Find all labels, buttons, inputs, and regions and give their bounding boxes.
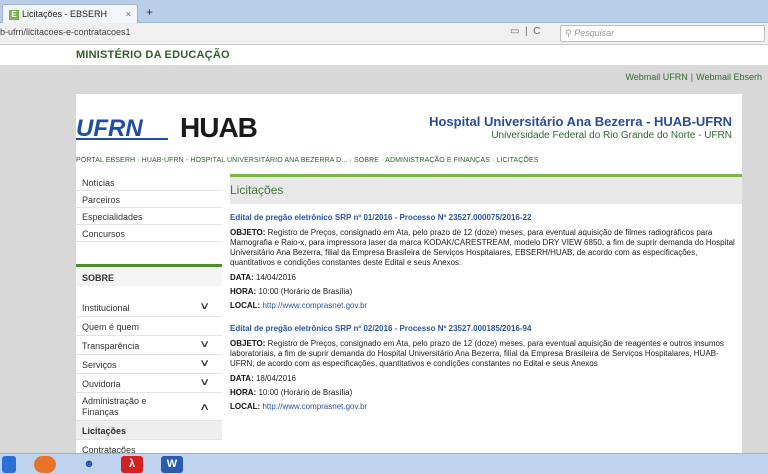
breadcrumb-portal[interactable]: PORTAL EBSERH	[76, 157, 135, 164]
menu-label: Licitações	[82, 426, 127, 436]
word-icon[interactable]: W	[161, 456, 183, 473]
breadcrumb-huab[interactable]: HUAB-UFRN - HOSPITAL UNIVERSITÁRIO ANA B…	[142, 157, 348, 164]
menu-label: Transparência	[82, 341, 140, 351]
user-icon[interactable]: ☻	[80, 456, 98, 473]
page-title-box: Licitações	[230, 174, 742, 204]
hospital-name-block: Hospital Universitário Ana Bezerra - HUA…	[429, 114, 732, 141]
edital-local: LOCAL: http://www.comprasnet.gov.br	[230, 301, 742, 310]
breadcrumb: PORTAL EBSERH · HUAB-UFRN - HOSPITAL UNI…	[76, 157, 539, 164]
sidebar-item-especialidades[interactable]: Especialidades	[76, 208, 222, 225]
edital-title-link[interactable]: Edital de pregão eletrônico SRP nº 01/20…	[230, 213, 742, 222]
menu-label: Serviços	[82, 360, 117, 370]
chevron-down-icon[interactable]: ∨	[199, 377, 210, 388]
data-value: 14/04/2016	[255, 273, 296, 282]
sidebar-item-licitacoes[interactable]: Licitações	[76, 421, 222, 440]
browser-tab[interactable]: E Licitações - EBSERH ×	[2, 4, 138, 23]
objeto-label: OBJETO:	[230, 339, 266, 348]
webmail-separator: |	[690, 72, 694, 82]
chevron-down-icon[interactable]: ∨	[199, 358, 210, 369]
huab-logo[interactable]: HUAB	[180, 112, 258, 144]
objeto-text: Registro de Preços, consignado em Ata, p…	[230, 228, 735, 267]
ufrn-logo[interactable]: UFRN	[76, 116, 168, 142]
hora-value: 10:00 (Horário de Brasília)	[258, 388, 353, 397]
government-bar: MINISTÉRIO DA EDUCAÇÃO	[0, 45, 768, 65]
chevron-down-icon[interactable]: ∨	[199, 301, 210, 312]
hospital-subtitle: Universidade Federal do Rio Grande do No…	[491, 130, 732, 141]
edital-hora: HORA: 10:00 (Horário de Brasília)	[230, 388, 742, 397]
objeto-text: Registro de Preços, consignado em Ata, p…	[230, 339, 724, 368]
sidebar-section-title: SOBRE	[76, 264, 222, 286]
reader-reload-icons[interactable]: ▭ | C	[510, 26, 540, 37]
hospital-title: Hospital Universitário Ana Bezerra - HUA…	[429, 114, 732, 129]
objeto-label: OBJETO:	[230, 228, 266, 237]
brand-header: UFRN HUAB Hospital Universitário Ana Bez…	[76, 94, 742, 154]
hora-label: HORA:	[230, 287, 257, 296]
tab-title: Licitações - EBSERH	[22, 9, 108, 19]
sidebar-item-ouvidoria[interactable]: Ouvidoria ∨	[76, 374, 222, 393]
data-value: 18/04/2016	[255, 374, 296, 383]
sidebar-item-contratacoes[interactable]: Contratações	[76, 440, 222, 453]
webmail-links: Webmail UFRN | Webmail Ebserh	[625, 72, 762, 82]
sidebar-item-parceiros[interactable]: Parceiros	[76, 191, 222, 208]
edital-data: DATA: 18/04/2016	[230, 374, 742, 383]
local-label: LOCAL:	[230, 402, 261, 411]
page-content: UFRN HUAB Hospital Universitário Ana Bez…	[76, 94, 742, 453]
search-placeholder: Pesquisar	[574, 28, 615, 38]
new-tab-button[interactable]: +	[146, 5, 153, 19]
hora-value: 10:00 (Horário de Brasília)	[258, 287, 353, 296]
data-label: DATA:	[230, 273, 254, 282]
chevron-down-icon[interactable]: ∨	[199, 339, 210, 350]
edital-hora: HORA: 10:00 (Horário de Brasília)	[230, 287, 742, 296]
list-item: Edital de pregão eletrônico SRP nº 02/20…	[230, 324, 742, 411]
firefox-icon[interactable]	[34, 456, 56, 473]
breadcrumb-sobre[interactable]: SOBRE	[354, 157, 379, 164]
local-link[interactable]: http://www.comprasnet.gov.br	[262, 402, 367, 411]
taskbar: ☻ λ W	[0, 453, 768, 474]
sidebar-item-servicos[interactable]: Serviços ∨	[76, 355, 222, 374]
edital-objeto: OBJETO: Registro de Preços, consignado e…	[230, 228, 742, 268]
sidebar-menu: Institucional ∨ Quem é quem Transparênci…	[76, 298, 222, 453]
edital-local: LOCAL: http://www.comprasnet.gov.br	[230, 402, 742, 411]
edital-title-link[interactable]: Edital de pregão eletrônico SRP nº 02/20…	[230, 324, 742, 333]
sidebar-item-concursos[interactable]: Concursos	[76, 225, 222, 242]
sidebar-item-administracao-financas[interactable]: Administração e Finanças ∧	[76, 393, 222, 421]
edital-data: DATA: 14/04/2016	[230, 273, 742, 282]
ministry-label: MINISTÉRIO DA EDUCAÇÃO	[76, 49, 230, 61]
list-item: Edital de pregão eletrônico SRP nº 01/20…	[230, 213, 742, 310]
browser-tab-bar: E Licitações - EBSERH × +	[0, 0, 768, 23]
search-input[interactable]: ⚲ Pesquisar	[560, 25, 765, 42]
menu-label: Institucional	[82, 303, 130, 313]
menu-label: Ouvidoria	[82, 379, 121, 389]
edital-objeto: OBJETO: Registro de Preços, consignado e…	[230, 339, 742, 369]
webmail-ebserh-link[interactable]: Webmail Ebserh	[696, 72, 762, 82]
menu-label: Administração e Finanças	[82, 396, 147, 417]
address-bar: b-ufrn/licitacoes-e-contratacoes1 ▭ | C …	[0, 23, 768, 45]
ebserh-favicon-icon: E	[9, 10, 19, 20]
data-label: DATA:	[230, 374, 254, 383]
pdf-reader-icon[interactable]: λ	[121, 456, 143, 473]
hora-label: HORA:	[230, 388, 257, 397]
local-label: LOCAL:	[230, 301, 261, 310]
search-icon: ⚲	[565, 28, 575, 38]
page-title: Licitações	[230, 183, 284, 197]
url-field[interactable]: b-ufrn/licitacoes-e-contratacoes1	[0, 27, 131, 37]
breadcrumb-licitacoes[interactable]: LICITAÇÕES	[496, 157, 538, 164]
sidebar-item-noticias[interactable]: Notícias	[76, 174, 222, 191]
menu-label: Contratações	[82, 445, 136, 453]
main-content: Licitações Edital de pregão eletrônico S…	[230, 174, 742, 453]
webmail-ufrn-link[interactable]: Webmail UFRN	[625, 72, 687, 82]
start-icon[interactable]	[2, 456, 16, 473]
sidebar-item-transparencia[interactable]: Transparência ∨	[76, 336, 222, 355]
tab-close-icon[interactable]: ×	[126, 9, 131, 19]
sidebar-item-institucional[interactable]: Institucional ∨	[76, 298, 222, 317]
chevron-up-icon[interactable]: ∧	[199, 402, 210, 413]
breadcrumb-admin[interactable]: ADMINISTRAÇÃO E FINANÇAS	[385, 157, 490, 164]
sidebar: Notícias Parceiros Especialidades Concur…	[76, 174, 222, 453]
sidebar-item-quem-e-quem[interactable]: Quem é quem	[76, 317, 222, 336]
menu-label: Quem é quem	[82, 322, 140, 332]
local-link[interactable]: http://www.comprasnet.gov.br	[262, 301, 367, 310]
